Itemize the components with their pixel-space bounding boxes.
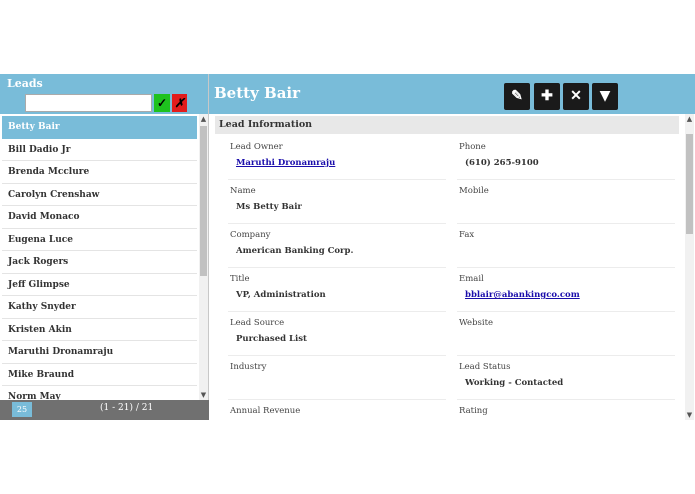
- field-value: Working - Contacted: [465, 378, 564, 388]
- field-label: Lead Owner: [230, 142, 283, 152]
- edit-button[interactable]: ✎: [504, 83, 530, 110]
- field-name: Name Ms Betty Bair: [228, 181, 446, 224]
- field-label: Fax: [459, 230, 475, 240]
- field-label: Industry: [230, 362, 267, 372]
- list-item[interactable]: Carolyn Crenshaw: [2, 184, 197, 206]
- field-title: Title VP, Administration: [228, 269, 446, 312]
- triangle-down-icon: ▼: [599, 88, 611, 104]
- leads-panel: Leads ✓ ✗ Betty Bair Bill Dadio Jr Brend…: [0, 74, 209, 420]
- field-fax: Fax: [457, 225, 675, 268]
- leads-title: Leads: [7, 77, 43, 90]
- scroll-up-icon[interactable]: ▲: [685, 114, 694, 124]
- list-item[interactable]: Kathy Snyder: [2, 296, 197, 319]
- list-item[interactable]: Kristen Akin: [2, 319, 197, 341]
- field-lead-source: Lead Source Purchased List: [228, 313, 446, 356]
- field-label: Mobile: [459, 186, 489, 196]
- search-input[interactable]: [25, 94, 152, 112]
- leads-header: Leads ✓ ✗: [0, 74, 208, 114]
- pencil-icon: ✎: [511, 88, 523, 104]
- delete-button[interactable]: ✕: [563, 83, 589, 110]
- field-label: Name: [230, 186, 256, 196]
- field-label: Rating: [459, 406, 488, 416]
- field-label: Company: [230, 230, 271, 240]
- section-title: Lead Information: [215, 116, 679, 134]
- leads-list: Betty Bair Bill Dadio Jr Brenda Mcclure …: [2, 116, 197, 400]
- list-item[interactable]: Mike Braund: [2, 364, 197, 386]
- field-value: (610) 265-9100: [465, 158, 539, 168]
- field-label: Lead Status: [459, 362, 511, 372]
- list-item[interactable]: Eugena Luce: [2, 229, 197, 251]
- record-title: Betty Bair: [214, 84, 301, 102]
- field-label: Website: [459, 318, 494, 328]
- add-button[interactable]: ✚: [534, 83, 560, 110]
- lead-detail-panel: Betty Bair ✎ ✚ ✕ ▼ Lead Information Lead…: [209, 74, 695, 420]
- field-company: Company American Banking Corp.: [228, 225, 446, 268]
- list-item[interactable]: Betty Bair: [2, 116, 197, 139]
- list-item[interactable]: Norm May: [2, 386, 197, 400]
- list-item[interactable]: Bill Dadio Jr: [2, 139, 197, 161]
- page-size-selector[interactable]: 25: [12, 402, 32, 417]
- lead-details: Lead Information Lead Owner Maruthi Dron…: [209, 114, 695, 420]
- field-rating: Rating: [457, 401, 675, 420]
- field-lead-owner: Lead Owner Maruthi Dronamraju: [228, 137, 446, 180]
- leads-pager: 25 (1 - 21) / 21: [0, 400, 209, 420]
- list-item[interactable]: Brenda Mcclure: [2, 161, 197, 184]
- field-label: Title: [230, 274, 250, 284]
- record-header: Betty Bair ✎ ✚ ✕ ▼: [209, 74, 695, 114]
- field-annual-revenue: Annual Revenue: [228, 401, 446, 420]
- page-info: (1 - 21) / 21: [100, 403, 154, 413]
- field-lead-status: Lead Status Working - Contacted: [457, 357, 675, 400]
- field-label: Lead Source: [230, 318, 285, 328]
- list-item[interactable]: Jeff Glimpse: [2, 274, 197, 296]
- field-value: VP, Administration: [236, 290, 326, 300]
- lead-owner-link[interactable]: Maruthi Dronamraju: [236, 158, 335, 168]
- field-phone: Phone (610) 265-9100: [457, 137, 675, 180]
- field-value: Purchased List: [236, 334, 307, 344]
- field-value: Ms Betty Bair: [236, 202, 302, 212]
- leads-list-container: Betty Bair Bill Dadio Jr Brenda Mcclure …: [0, 114, 209, 400]
- scrollbar-thumb[interactable]: [200, 126, 207, 276]
- clear-search-button[interactable]: ✗: [172, 94, 187, 112]
- scroll-down-icon[interactable]: ▼: [685, 410, 694, 420]
- close-icon: ✕: [570, 88, 582, 104]
- email-link[interactable]: bblair@abankingco.com: [465, 290, 580, 300]
- check-icon: ✓: [156, 96, 168, 110]
- field-website: Website: [457, 313, 675, 356]
- x-mark-icon: ✗: [174, 96, 185, 110]
- details-scrollbar[interactable]: ▲ ▼: [685, 114, 694, 420]
- field-label: Phone: [459, 142, 486, 152]
- list-item[interactable]: Maruthi Dronamraju: [2, 341, 197, 364]
- field-label: Email: [459, 274, 484, 284]
- confirm-search-button[interactable]: ✓: [154, 94, 170, 112]
- leads-list-scrollbar[interactable]: ▲ ▼: [199, 114, 208, 400]
- scroll-up-icon[interactable]: ▲: [199, 114, 208, 124]
- scrollbar-thumb[interactable]: [686, 134, 693, 234]
- plus-icon: ✚: [541, 88, 553, 104]
- list-item[interactable]: Jack Rogers: [2, 251, 197, 274]
- field-label: Annual Revenue: [230, 406, 301, 416]
- field-email: Email bblair@abankingco.com: [457, 269, 675, 312]
- more-actions-button[interactable]: ▼: [592, 83, 618, 110]
- scroll-down-icon[interactable]: ▼: [199, 390, 208, 400]
- field-value: American Banking Corp.: [236, 246, 354, 256]
- list-item[interactable]: David Monaco: [2, 206, 197, 229]
- field-industry: Industry: [228, 357, 446, 400]
- field-mobile: Mobile: [457, 181, 675, 224]
